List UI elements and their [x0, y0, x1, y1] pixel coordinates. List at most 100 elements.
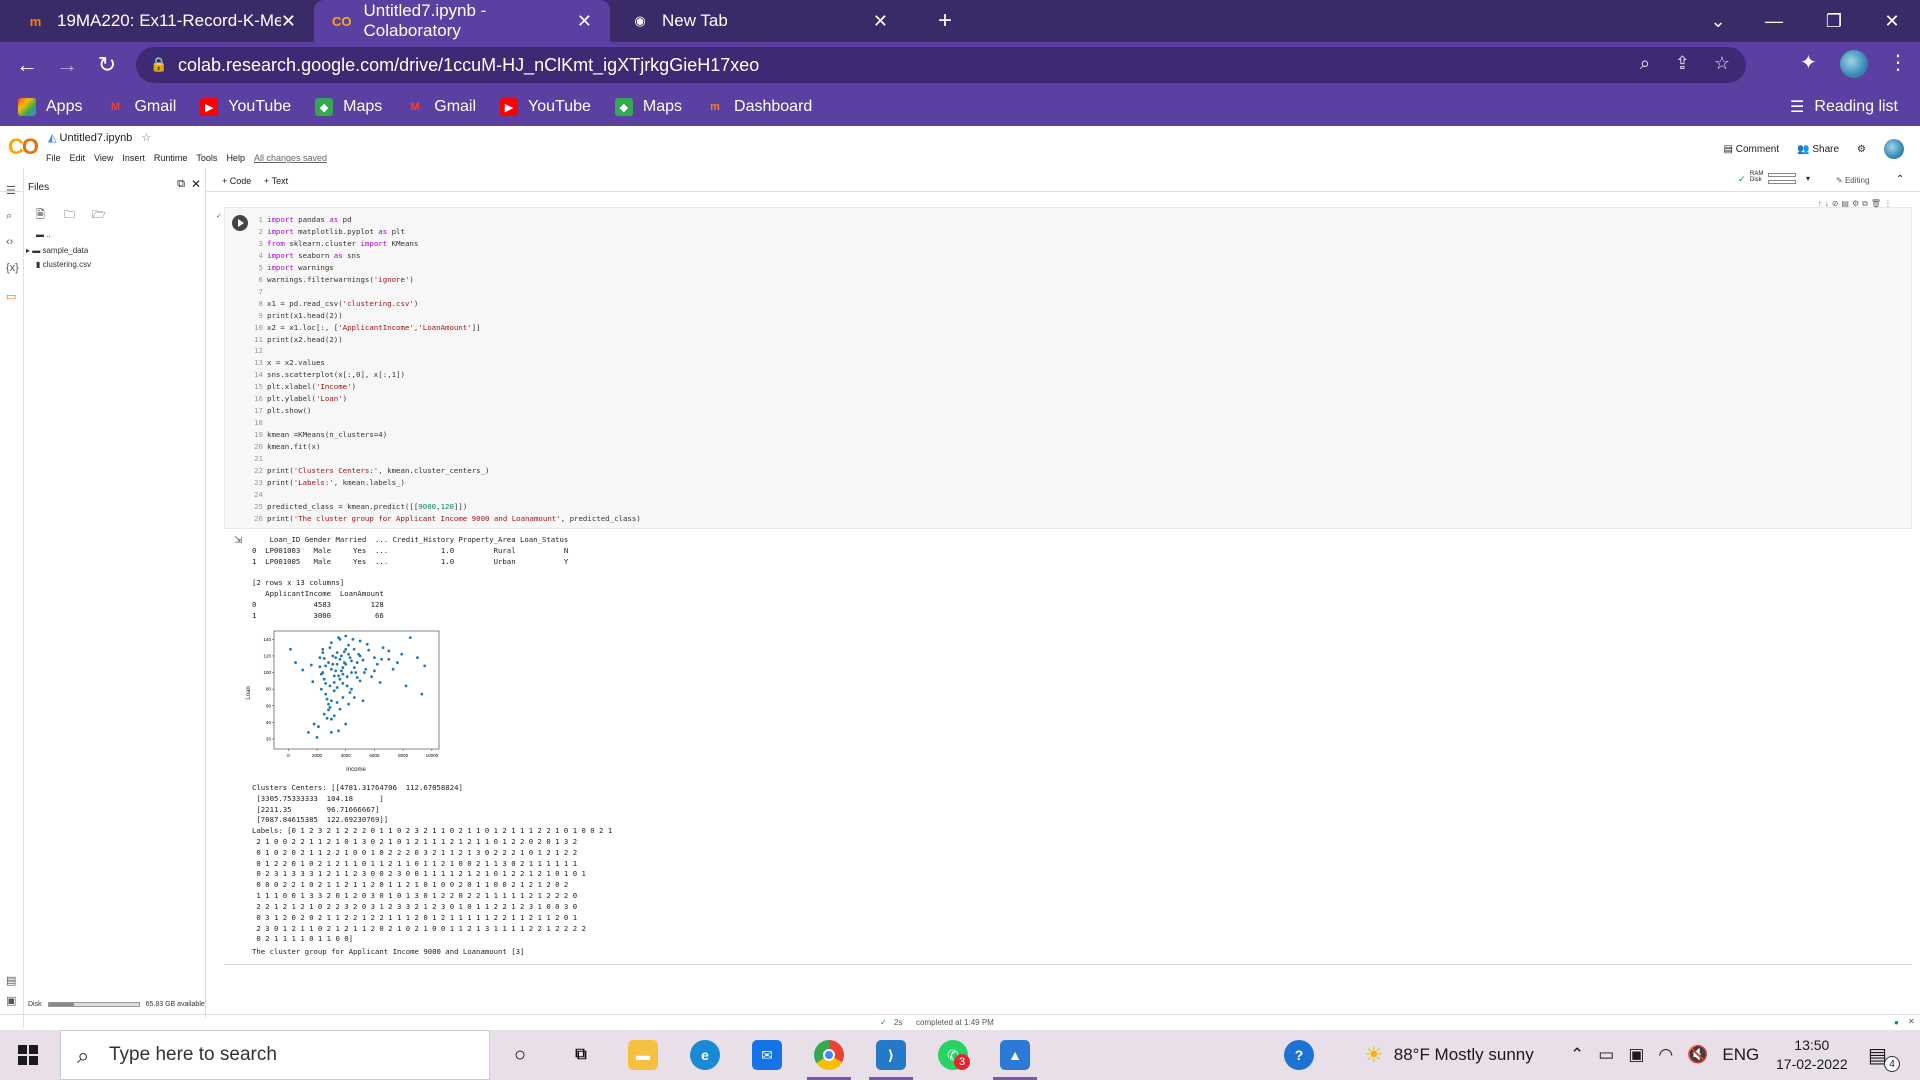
zoom-icon[interactable]: ⌕: [1640, 53, 1650, 74]
code-snippets-icon[interactable]: ‹›: [6, 236, 13, 248]
bookmark-maps[interactable]: ◆ Maps: [614, 98, 682, 116]
upload-file-icon[interactable]: 🗎: [36, 206, 45, 225]
task-view-icon[interactable]: ⧉: [566, 1040, 596, 1070]
move-down-icon[interactable]: ↓: [1825, 199, 1832, 208]
reload-icon[interactable]: ↻: [92, 50, 122, 80]
mount-drive-icon[interactable]: 🗁: [92, 206, 106, 225]
extensions-icon[interactable]: ✦: [1800, 50, 1817, 75]
photos-icon[interactable]: ▲: [1000, 1040, 1030, 1070]
help-icon[interactable]: ?: [1284, 1040, 1314, 1070]
colab-logo[interactable]: CO: [8, 134, 39, 160]
mail-icon[interactable]: ✉: [752, 1040, 782, 1070]
add-text-button[interactable]: + Text: [264, 176, 288, 186]
bookmark-apps[interactable]: Apps: [18, 98, 82, 116]
account-avatar[interactable]: [1884, 139, 1904, 159]
runtime-dropdown-icon[interactable]: ▾: [1806, 174, 1810, 183]
address-bar[interactable]: 🔒 colab.research.google.com/drive/1ccuM-…: [136, 47, 1746, 83]
settings-icon[interactable]: ⚙: [1857, 144, 1866, 155]
bookmark-youtube[interactable]: ▶ YouTube: [200, 98, 291, 116]
delete-icon[interactable]: 🗑: [1871, 199, 1884, 208]
code-editor[interactable]: 1 import pandas as pd 2 import matplotlib.p…: [251, 214, 641, 525]
menu-runtime[interactable]: Runtime: [154, 153, 188, 163]
editing-mode[interactable]: ✎ Editing: [1836, 176, 1869, 185]
bookmark-youtube[interactable]: ▶ YouTube: [500, 98, 591, 116]
close-status-icon[interactable]: ✕: [1908, 1017, 1915, 1026]
chrome-icon[interactable]: [814, 1040, 844, 1070]
file-parent-dir[interactable]: ▬ ..: [36, 230, 51, 239]
comment-icon[interactable]: ▤: [1841, 199, 1852, 208]
share-icon[interactable]: ⇪: [1675, 53, 1690, 74]
bookmark-gmail[interactable]: M Gmail: [106, 98, 176, 116]
toc-icon[interactable]: ☰: [6, 184, 16, 197]
language-indicator[interactable]: ENG: [1722, 1045, 1759, 1065]
weather-widget[interactable]: ☀ 88°F Mostly sunny: [1364, 1030, 1534, 1080]
vscode-icon[interactable]: ⟩: [876, 1040, 906, 1070]
search-icon[interactable]: ⌕: [6, 210, 12, 223]
variables-icon[interactable]: {x}: [6, 262, 19, 274]
file-explorer-icon[interactable]: ▬: [628, 1040, 658, 1070]
windows-start-icon[interactable]: [18, 1045, 38, 1065]
taskbar-search[interactable]: ⌕ Type here to search: [60, 1030, 490, 1080]
battery-icon[interactable]: ▭: [1598, 1045, 1614, 1065]
link-icon[interactable]: ⊘: [1832, 199, 1842, 208]
add-code-button[interactable]: + Code: [222, 176, 251, 186]
profile-avatar[interactable]: [1840, 50, 1868, 78]
back-icon[interactable]: ←: [12, 50, 42, 80]
completed-status[interactable]: completed at 1:49 PM: [916, 1018, 994, 1027]
save-status[interactable]: All changes saved: [254, 153, 327, 163]
menu-edit[interactable]: Edit: [70, 153, 86, 163]
cortana-icon[interactable]: ○: [505, 1040, 535, 1070]
close-panel-icon[interactable]: ✕: [191, 177, 201, 191]
bookmark-dashboard[interactable]: m Dashboard: [706, 98, 812, 116]
collapse-icon[interactable]: ⌃: [1896, 174, 1904, 185]
more-icon[interactable]: ⋮: [1884, 199, 1895, 208]
folder-icon[interactable]: ▭: [6, 290, 16, 303]
comment-button[interactable]: ▤ Comment: [1724, 144, 1780, 155]
restore-icon[interactable]: ❐: [1806, 0, 1862, 42]
tab-search-icon[interactable]: ⌄: [1690, 0, 1746, 42]
menu-icon[interactable]: ⋮: [1888, 50, 1908, 75]
bookmark-maps[interactable]: ◆ Maps: [315, 98, 382, 116]
chevron-up-icon[interactable]: ⌃: [1570, 1045, 1584, 1065]
bookmark-star-icon[interactable]: ☆: [1714, 53, 1730, 74]
ram-disk-indicator[interactable]: RAM Disk: [1750, 171, 1763, 183]
file-sample-data[interactable]: ▸ ▬ sample_data: [26, 246, 88, 255]
forward-icon[interactable]: →: [52, 50, 82, 80]
refresh-folder-icon[interactable]: 🗀: [64, 206, 75, 225]
wifi-icon[interactable]: ◠: [1658, 1045, 1673, 1065]
move-up-icon[interactable]: ↑: [1818, 199, 1825, 208]
terminal-icon[interactable]: ▤: [6, 974, 16, 987]
close-icon[interactable]: ✕: [281, 11, 296, 32]
reading-list[interactable]: ☰ Reading list: [1790, 97, 1898, 117]
close-icon[interactable]: ✕: [577, 11, 592, 32]
menu-insert[interactable]: Insert: [122, 153, 145, 163]
menu-file[interactable]: File: [46, 153, 61, 163]
new-tab-button[interactable]: +: [920, 0, 970, 42]
share-button[interactable]: 👥 Share: [1797, 144, 1839, 155]
volume-muted-icon[interactable]: 🔇: [1687, 1045, 1708, 1065]
menu-tools[interactable]: Tools: [196, 153, 217, 163]
output-icon[interactable]: ⇲: [234, 535, 242, 546]
tab-moodle[interactable]: m 19MA220: Ex11-Record-K-Means ✕: [8, 0, 314, 42]
file-clustering-csv[interactable]: ▮ clustering.csv: [36, 260, 91, 269]
bookmark-gmail[interactable]: M Gmail: [406, 98, 476, 116]
clock[interactable]: 13:50 17-02-2022: [1776, 1036, 1848, 1074]
tab-colab[interactable]: CO Untitled7.ipynb - Colaboratory ✕: [314, 0, 610, 42]
settings-icon[interactable]: ⚙: [1852, 199, 1862, 208]
run-cell-icon[interactable]: [232, 215, 248, 231]
notebook-title[interactable]: ◭ Untitled7.ipynb ☆: [48, 131, 151, 144]
open-tab-icon[interactable]: ⧉: [177, 178, 185, 191]
meet-icon[interactable]: ▣: [1628, 1045, 1644, 1065]
notifications-button[interactable]: ▤ 4: [1868, 1030, 1900, 1080]
star-icon[interactable]: ☆: [141, 132, 151, 144]
code-cell[interactable]: 1 import pandas as pd 2 import matplotlib.p…: [224, 199, 1912, 529]
menu-view[interactable]: View: [94, 153, 113, 163]
menu-help[interactable]: Help: [226, 153, 245, 163]
mirror-icon[interactable]: ⧉: [1862, 199, 1871, 208]
close-icon[interactable]: ✕: [873, 11, 888, 32]
command-palette-icon[interactable]: ▣: [6, 994, 16, 1007]
tab-new[interactable]: ◉ New Tab ✕: [612, 0, 906, 42]
minimize-icon[interactable]: —: [1746, 0, 1802, 42]
edge-icon[interactable]: e: [690, 1040, 720, 1070]
window-close-icon[interactable]: ✕: [1864, 0, 1920, 42]
